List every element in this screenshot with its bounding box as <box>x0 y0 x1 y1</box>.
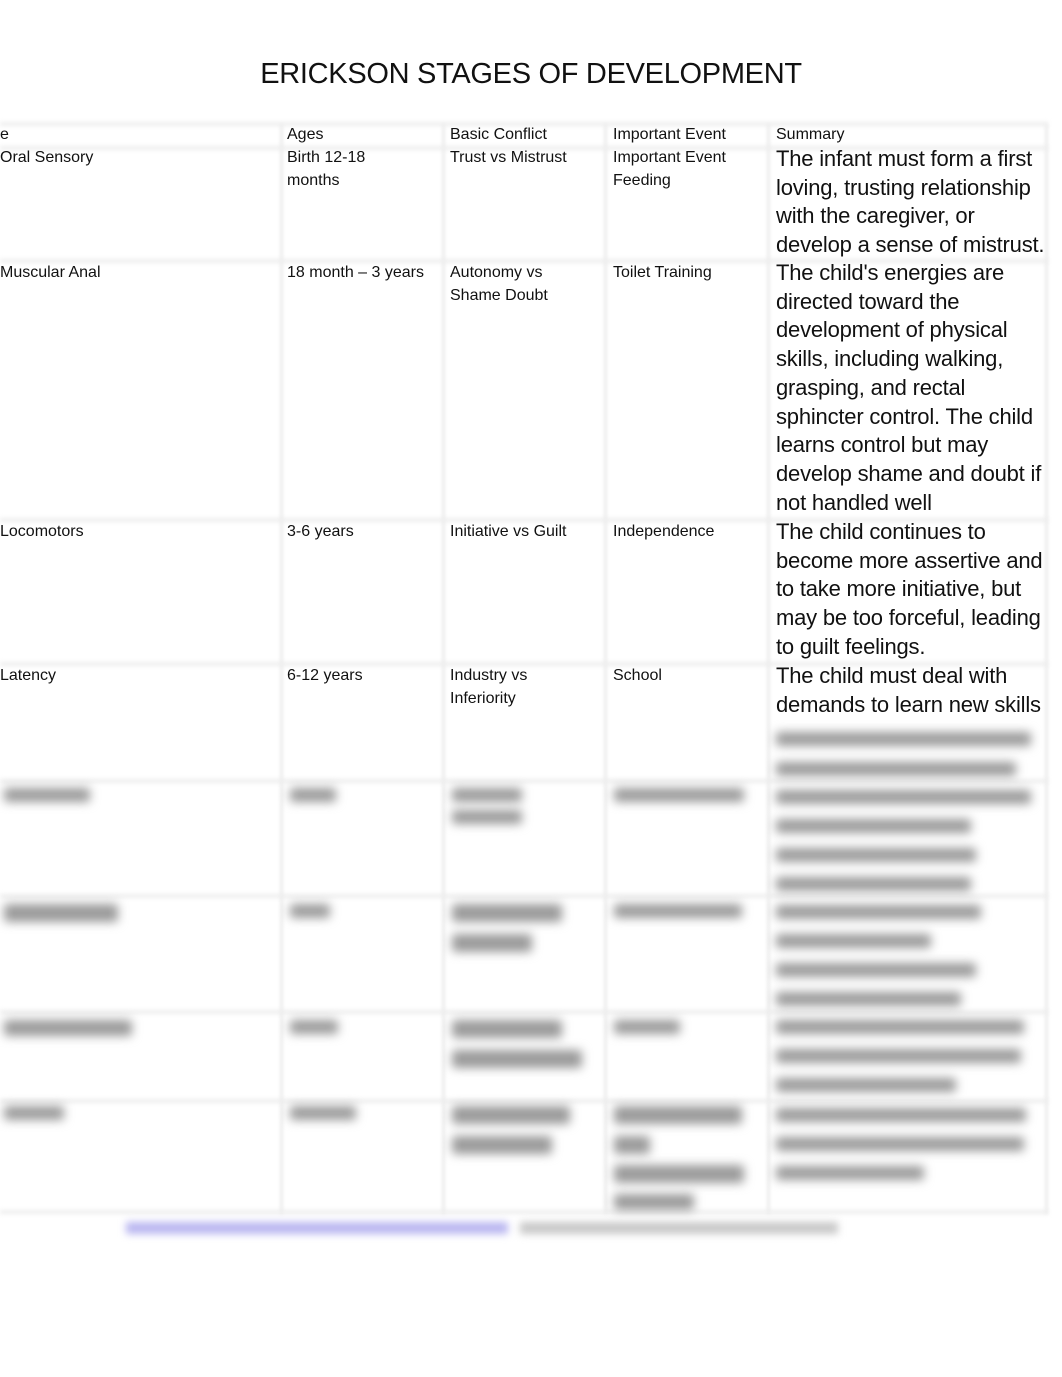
blurred-text <box>776 905 981 919</box>
blurred-text <box>776 1049 1021 1063</box>
blurred-text <box>776 848 976 862</box>
event-cell: Important Event Feeding <box>613 149 726 189</box>
blurred-text <box>4 1020 132 1036</box>
summary-cell: The child's energies are directed toward… <box>776 260 1042 515</box>
table-border <box>0 1010 1048 1014</box>
table-border <box>0 1210 1048 1214</box>
blurred-text <box>4 1106 64 1120</box>
blurred-text <box>776 1166 924 1180</box>
stage-cell: Muscular Anal <box>0 264 101 281</box>
blurred-text <box>776 1078 956 1092</box>
header-conflict: Basic Conflict <box>450 126 547 143</box>
blurred-text <box>4 904 118 922</box>
blurred-text <box>290 788 336 802</box>
blurred-text <box>290 1106 356 1120</box>
header-summary: Summary <box>776 126 845 143</box>
blurred-text <box>776 790 1031 804</box>
event-cell: School <box>613 667 662 684</box>
blurred-text <box>290 1020 338 1034</box>
event-cell: Independence <box>613 523 715 540</box>
stage-cell: Latency <box>0 667 57 684</box>
blurred-text <box>776 1020 1024 1034</box>
blurred-text <box>614 1020 680 1034</box>
blurred-source-link[interactable] <box>126 1222 508 1234</box>
blurred-text <box>4 788 90 802</box>
summary-cell: The child continues to become more asser… <box>776 519 1043 659</box>
table-border <box>0 1099 1048 1103</box>
table-border <box>767 124 770 1214</box>
blurred-text <box>776 762 1016 776</box>
blurred-text <box>452 1136 552 1154</box>
blurred-text <box>614 788 744 802</box>
conflict-cell: Initiative vs Guilt <box>450 523 567 540</box>
blurred-text <box>452 788 522 802</box>
blurred-text <box>452 1050 582 1068</box>
ages-cell: Birth 12-18 months <box>287 149 366 189</box>
stage-cell: Locomotors <box>0 523 84 540</box>
blurred-text <box>776 819 971 833</box>
blurred-source-note <box>520 1222 838 1234</box>
blurred-text <box>614 1106 742 1124</box>
table-border <box>0 894 1048 898</box>
stage-cell: Oral Sensory <box>0 149 94 166</box>
page-title: ERICKSON STAGES OF DEVELOPMENT <box>260 58 802 90</box>
conflict-cell: Autonomy vs Shame Doubt <box>450 264 548 304</box>
conflict-cell: Trust vs Mistrust <box>450 149 567 166</box>
blurred-text <box>776 732 1031 746</box>
table-border <box>0 779 1048 783</box>
blurred-text <box>452 810 522 824</box>
table-border <box>442 124 445 1214</box>
blurred-text <box>776 934 931 948</box>
header-stage: e <box>0 126 9 143</box>
blurred-text <box>452 1020 562 1038</box>
blurred-text <box>614 1194 694 1210</box>
ages-cell: 6-12 years <box>287 667 363 684</box>
blurred-text <box>614 1136 650 1154</box>
blurred-text <box>614 1165 744 1183</box>
blurred-text <box>290 904 330 918</box>
blurred-text <box>776 1137 1024 1151</box>
header-ages: Ages <box>287 126 324 143</box>
table-border <box>280 124 283 1214</box>
summary-cell: The child must deal with demands to lear… <box>776 663 1041 717</box>
blurred-text <box>452 934 532 952</box>
header-event: Important Event <box>613 126 726 143</box>
ages-cell: 3-6 years <box>287 523 354 540</box>
event-cell: Toilet Training <box>613 264 712 281</box>
blurred-text <box>614 904 742 918</box>
ages-cell: 18 month – 3 years <box>287 264 424 281</box>
blurred-text <box>776 877 971 891</box>
blurred-text <box>776 992 961 1006</box>
table-border <box>604 124 607 1214</box>
conflict-cell: Industry vs Inferiority <box>450 667 528 707</box>
blurred-text <box>452 1106 570 1124</box>
blurred-text <box>452 904 562 922</box>
blurred-text <box>776 963 976 977</box>
blurred-text <box>776 1108 1026 1122</box>
summary-cell: The infant must form a first loving, tru… <box>776 146 1045 258</box>
